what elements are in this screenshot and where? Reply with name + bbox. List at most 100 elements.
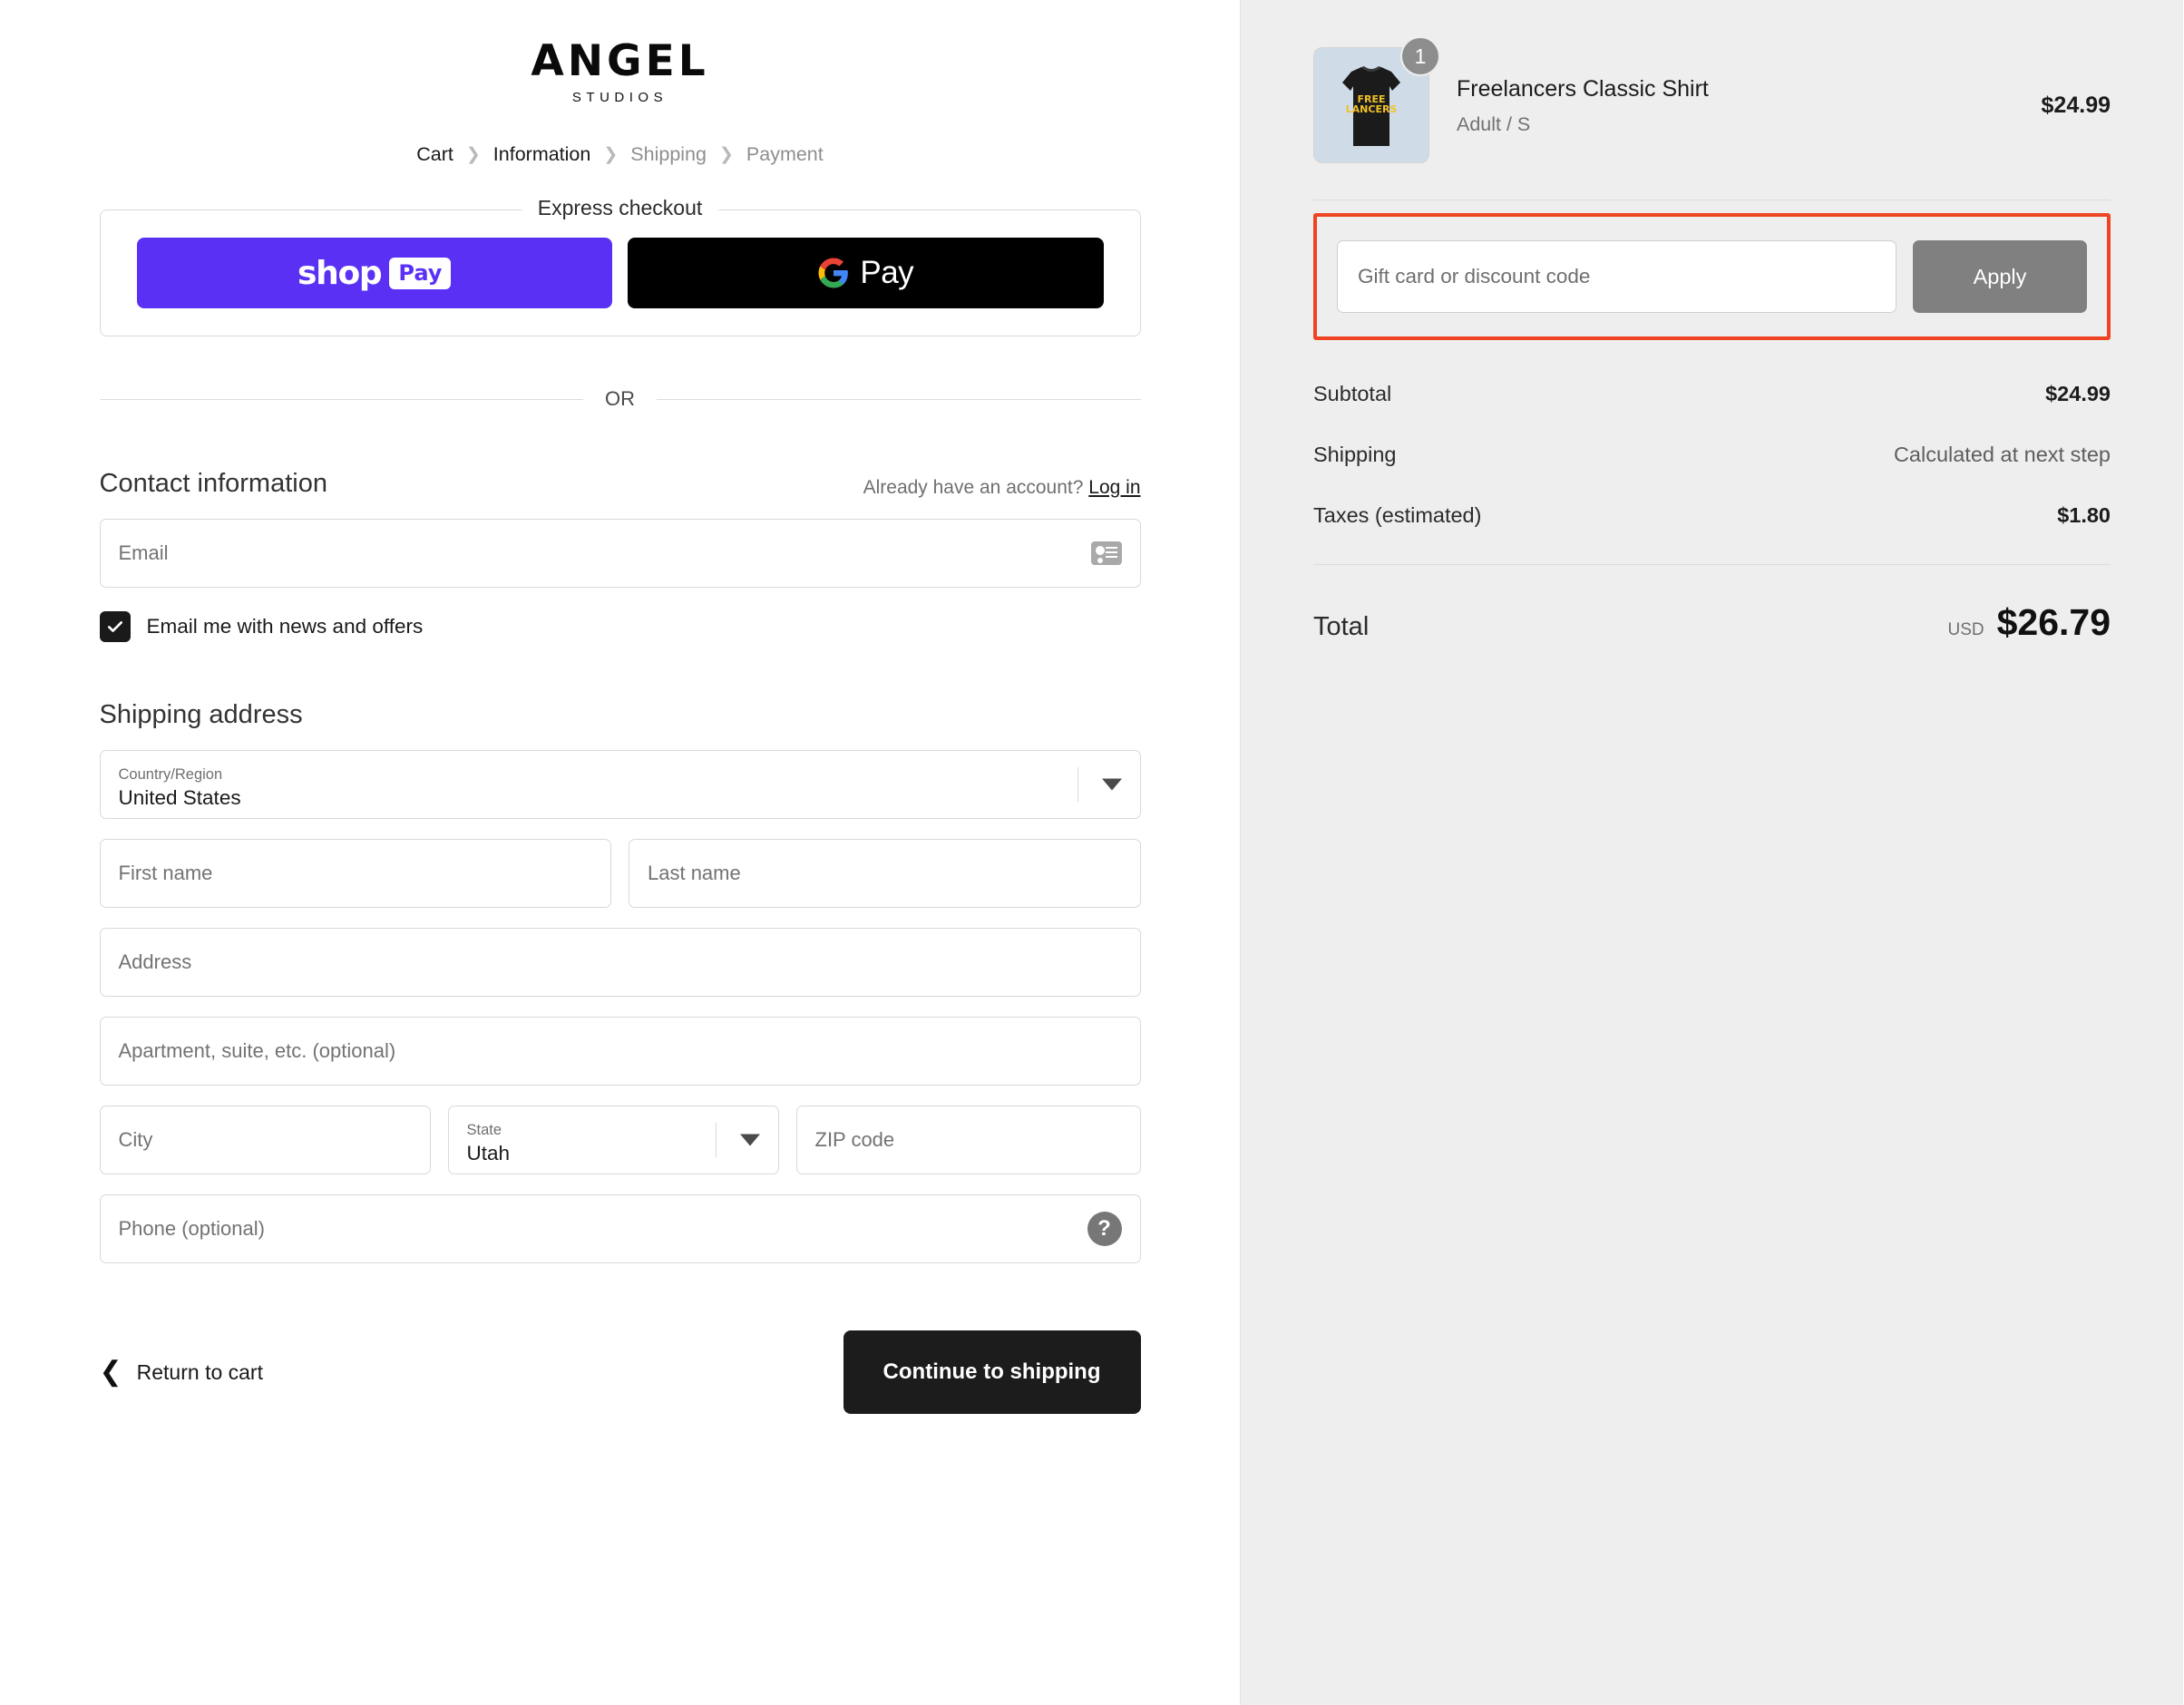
taxes-row: Taxes (estimated) $1.80	[1313, 503, 2111, 528]
return-to-cart-link[interactable]: ❮ Return to cart	[100, 1359, 263, 1386]
first-name-field[interactable]: First name	[99, 839, 611, 908]
country-region-select[interactable]: Country/Region United States	[99, 750, 1141, 819]
contact-information-header: Contact information Already have an acco…	[100, 469, 1141, 499]
divider-line-right	[657, 398, 1141, 400]
breadcrumb-shipping: Shipping	[630, 143, 707, 165]
or-divider: OR	[99, 387, 1141, 411]
chevron-down-icon[interactable]	[739, 1134, 760, 1146]
chevron-left-icon: ❮	[99, 1357, 122, 1387]
shipping-label: Shipping	[1313, 443, 1397, 466]
product-price: $24.99	[2041, 92, 2111, 118]
breadcrumb-payment: Payment	[746, 143, 824, 165]
last-name-field[interactable]: Last name	[629, 839, 1141, 908]
chevron-right-icon: ❯	[603, 145, 619, 164]
order-line-item: FREE LANCERS 1 Freelancers Classic Shirt…	[1313, 36, 2111, 163]
discount-code-placeholder: Gift card or discount code	[1358, 265, 1591, 287]
product-thumbnail-wrap: FREE LANCERS 1	[1313, 36, 1440, 163]
brand-logo[interactable]: ANGEL STUDIOS	[100, 40, 1141, 105]
country-region-label: Country/Region	[118, 766, 223, 784]
return-to-cart-label: Return to cart	[136, 1359, 263, 1384]
product-name: Freelancers Classic Shirt	[1457, 75, 1709, 102]
shop-pay-button[interactable]: shop Pay	[136, 238, 612, 308]
apartment-placeholder: Apartment, suite, etc. (optional)	[118, 1039, 396, 1062]
log-in-link[interactable]: Log in	[1088, 477, 1140, 498]
shop-pay-wordmark: shop	[297, 254, 383, 292]
order-summary-panel: FREE LANCERS 1 Freelancers Classic Shirt…	[1241, 0, 2183, 1705]
taxes-label: Taxes (estimated)	[1313, 503, 1482, 527]
google-pay-logo: Pay	[817, 255, 914, 291]
express-checkout-section: Express checkout shop Pay Pay	[99, 196, 1141, 336]
city-state-zip-row: City State Utah ZIP code	[99, 1106, 1141, 1174]
phone-field[interactable]: Phone (optional) ?	[99, 1194, 1141, 1263]
address-placeholder: Address	[118, 950, 192, 973]
chevron-right-icon: ❯	[465, 145, 481, 164]
breadcrumb-information[interactable]: Information	[493, 143, 591, 166]
state-value: Utah	[466, 1141, 511, 1164]
last-name-placeholder: Last name	[648, 862, 741, 884]
name-row: First name Last name	[99, 839, 1141, 908]
brand-name: ANGEL	[531, 36, 709, 86]
total-row: Total USD $26.79	[1313, 601, 2111, 644]
breadcrumb: Cart ❯ Information ❯ Shipping ❯ Payment	[100, 143, 1141, 166]
discount-code-highlight: Gift card or discount code Apply	[1313, 213, 2111, 340]
divider-line-left	[99, 398, 583, 400]
city-field[interactable]: City	[99, 1106, 431, 1174]
quantity-badge: 1	[1400, 36, 1440, 76]
email-field[interactable]: Email	[99, 519, 1141, 588]
newsletter-checkbox[interactable]	[99, 611, 131, 642]
google-pay-wordmark: Pay	[860, 255, 914, 290]
shipping-address-title: Shipping address	[99, 700, 303, 729]
zip-code-placeholder: ZIP code	[814, 1128, 895, 1151]
state-label: State	[466, 1122, 502, 1139]
apply-discount-button[interactable]: Apply	[1913, 240, 2087, 313]
chevron-right-icon: ❯	[718, 145, 734, 164]
country-region-value: United States	[118, 785, 241, 809]
autofill-contact-icon[interactable]	[1090, 541, 1122, 565]
field-divider	[1077, 767, 1078, 802]
account-prompt: Already have an account? Log in	[863, 477, 1141, 499]
google-g-icon	[818, 258, 849, 288]
total-amount: $26.79	[1996, 601, 2111, 643]
express-checkout-label: Express checkout	[521, 196, 719, 220]
continue-to-shipping-button[interactable]: Continue to shipping	[843, 1330, 1141, 1414]
chevron-down-icon[interactable]	[1101, 778, 1122, 791]
taxes-value: $1.80	[2057, 503, 2111, 527]
brand-subtitle: STUDIOS	[571, 90, 668, 105]
newsletter-opt-in[interactable]: Email me with news and offers	[99, 611, 1141, 642]
or-label: OR	[605, 387, 635, 410]
product-details: Freelancers Classic Shirt Adult / S	[1457, 74, 2014, 137]
field-divider	[715, 1123, 717, 1157]
address-field[interactable]: Address	[99, 928, 1141, 997]
help-icon[interactable]: ?	[1087, 1212, 1122, 1246]
contact-information-title: Contact information	[99, 469, 327, 498]
breadcrumb-cart[interactable]: Cart	[416, 143, 453, 166]
google-pay-button[interactable]: Pay	[628, 238, 1104, 308]
email-placeholder: Email	[118, 541, 169, 564]
discount-code-input[interactable]: Gift card or discount code	[1337, 240, 1896, 313]
shipping-row: Shipping Calculated at next step	[1313, 443, 2111, 467]
apartment-field[interactable]: Apartment, suite, etc. (optional)	[99, 1017, 1141, 1086]
discount-code-row: Gift card or discount code Apply	[1337, 240, 2087, 313]
shipping-address-header: Shipping address	[100, 700, 1141, 730]
account-prompt-text: Already have an account?	[863, 477, 1084, 498]
zip-code-field[interactable]: ZIP code	[795, 1106, 1141, 1174]
first-name-placeholder: First name	[118, 862, 213, 884]
shop-pay-chip: Pay	[389, 257, 452, 289]
product-variant: Adult / S	[1457, 113, 1531, 136]
form-actions: ❮ Return to cart Continue to shipping	[100, 1330, 1141, 1414]
checkout-form-panel: ANGEL STUDIOS Cart ❯ Information ❯ Shipp…	[0, 0, 1241, 1705]
total-amount-group: USD $26.79	[1947, 601, 2111, 644]
shop-pay-logo: shop Pay	[297, 254, 452, 292]
phone-placeholder: Phone (optional)	[118, 1217, 265, 1240]
state-select[interactable]: State Utah	[447, 1106, 779, 1174]
shipping-value: Calculated at next step	[1893, 443, 2111, 466]
subtotal-value: $24.99	[2045, 382, 2111, 405]
check-icon	[107, 621, 122, 632]
total-divider	[1313, 564, 2111, 565]
newsletter-label: Email me with news and offers	[146, 615, 424, 638]
subtotal-row: Subtotal $24.99	[1313, 382, 2111, 406]
total-label: Total	[1313, 612, 1370, 641]
city-placeholder: City	[118, 1128, 153, 1151]
order-totals: Subtotal $24.99 Shipping Calculated at n…	[1313, 382, 2111, 644]
checkout-page: ANGEL STUDIOS Cart ❯ Information ❯ Shipp…	[0, 0, 2184, 1705]
